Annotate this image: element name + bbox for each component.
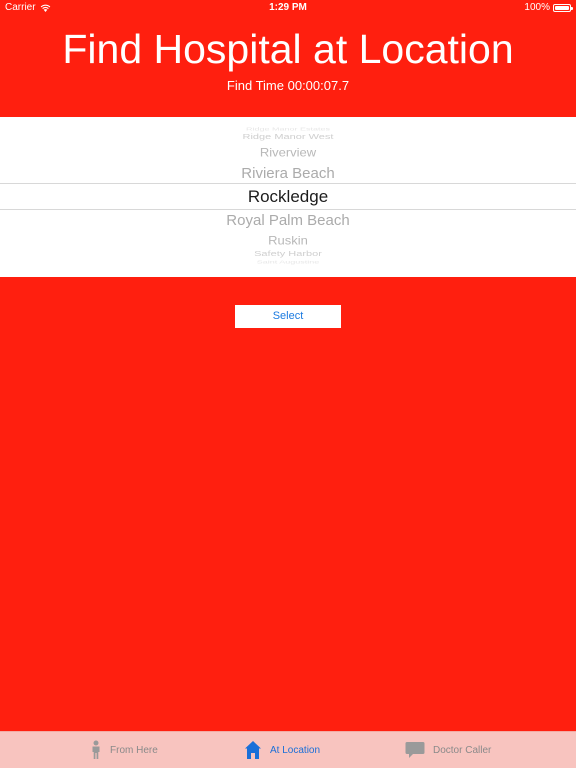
speech-bubble-icon <box>405 742 425 758</box>
picker-item-selected[interactable]: Rockledge <box>0 187 576 207</box>
tab-label: From Here <box>110 744 158 756</box>
selection-bottom-line <box>0 209 576 210</box>
battery-percent: 100% <box>524 2 550 13</box>
page-title: Find Hospital at Location <box>62 26 514 72</box>
selection-top-line <box>0 183 576 184</box>
select-button[interactable]: Select <box>235 305 341 328</box>
picker-item[interactable]: Saint Augustine <box>0 259 576 265</box>
battery-icon <box>553 3 573 12</box>
picker-item[interactable]: Riviera Beach <box>0 165 576 182</box>
tab-bar: From Here At Location Doctor Caller <box>0 731 576 768</box>
tab-doctor-caller[interactable]: Doctor Caller <box>405 732 491 768</box>
person-icon <box>92 740 100 759</box>
battery-group: 100% <box>524 2 573 13</box>
tab-label: At Location <box>270 744 321 756</box>
status-bar: Carrier 1:29 PM 100% <box>0 0 576 16</box>
location-picker[interactable]: Ridge Manor Estates Ridge Manor West Riv… <box>0 117 576 277</box>
picker-item[interactable]: Safety Harbor <box>0 250 576 258</box>
tab-from-here[interactable]: From Here <box>90 732 158 768</box>
status-time: 1:29 PM <box>269 2 307 13</box>
find-time-label: Find Time 00:00:07.7 <box>226 78 350 93</box>
tab-label: Doctor Caller <box>433 744 492 756</box>
picker-item[interactable]: Riverview <box>0 146 576 160</box>
picker-item[interactable]: Ridge Manor West <box>0 133 576 141</box>
picker-item[interactable]: Ridge Manor Estates <box>0 126 576 132</box>
picker-item[interactable]: Ruskin <box>0 234 576 248</box>
house-icon <box>245 741 261 759</box>
picker-item[interactable]: Royal Palm Beach <box>0 212 576 229</box>
tab-at-location[interactable]: At Location <box>244 732 320 768</box>
